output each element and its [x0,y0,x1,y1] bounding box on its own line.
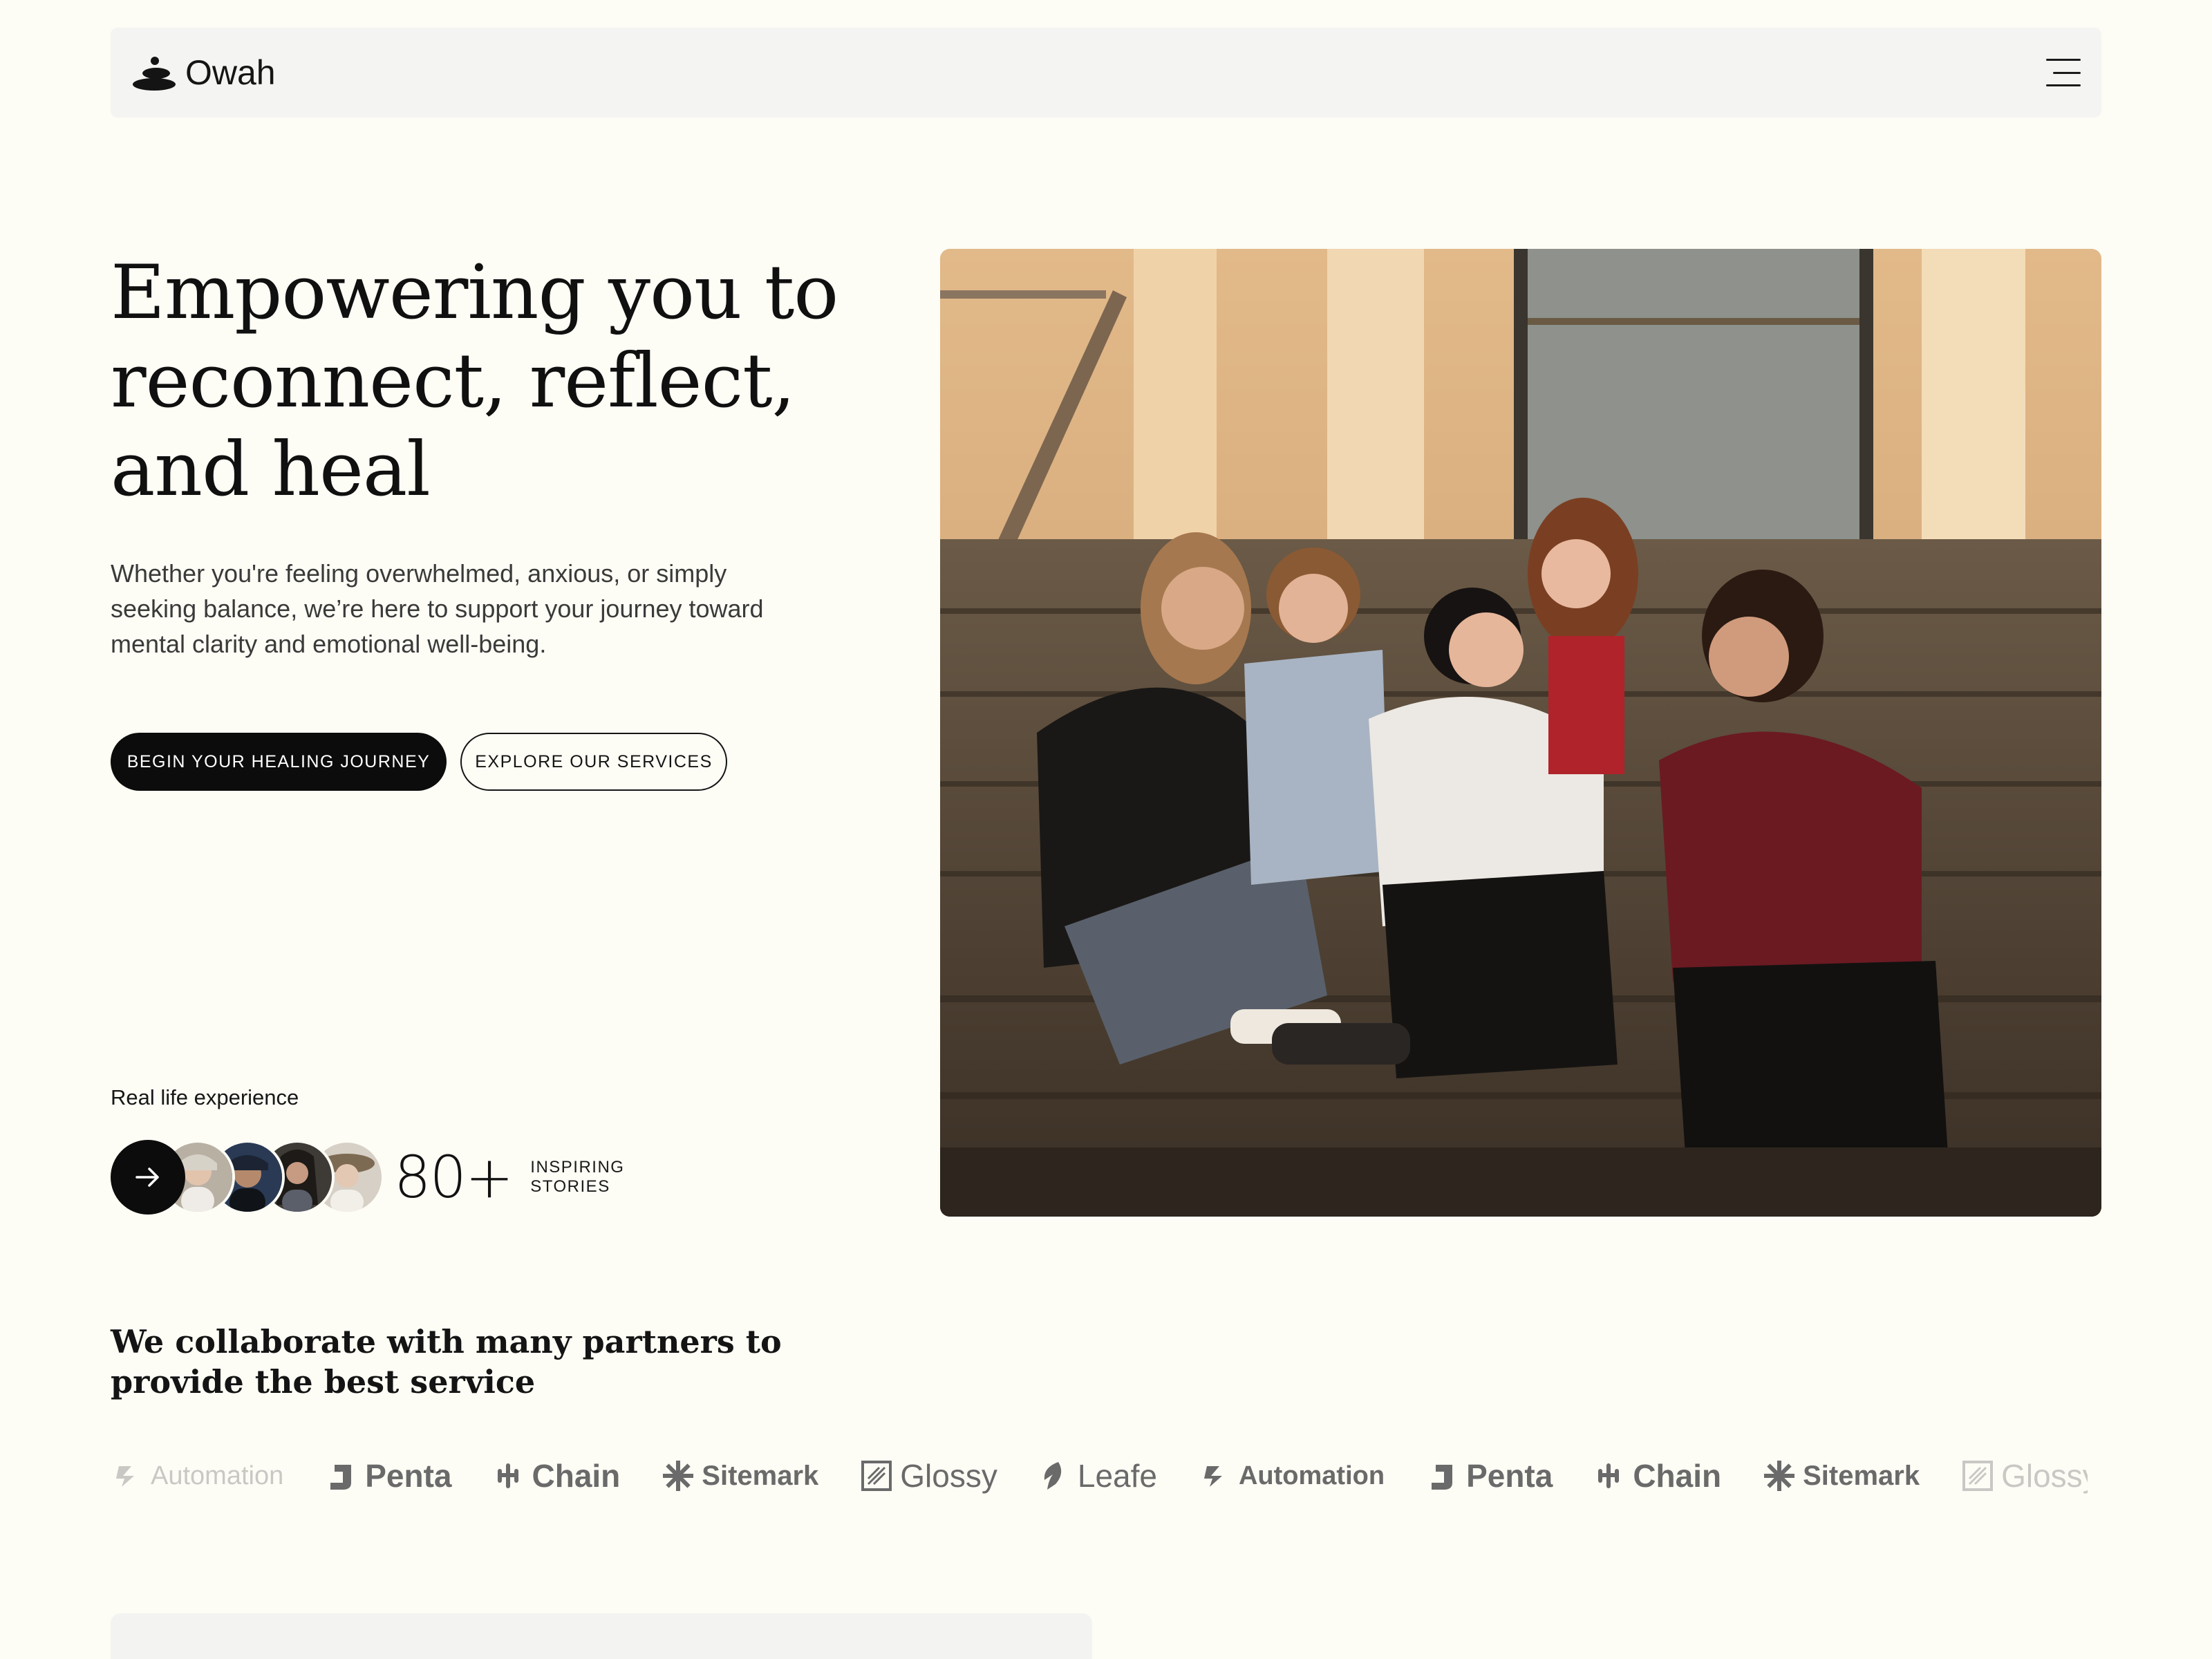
partner-logo-penta: Penta [1426,1457,1553,1494]
sitemark-icon [663,1461,694,1491]
page: Owah Empowering you to reconnect, reflec… [0,0,2212,1659]
stories-row: 80+ INSPIRING STORIES [111,1139,624,1215]
leafe-icon [1044,1462,1062,1490]
partner-logo-sitemark: Sitemark [1763,1459,1920,1492]
partner-logo-automation: Automation [1199,1459,1385,1492]
arrow-right-icon [135,1168,159,1187]
partner-logo-chain: Chain [492,1457,620,1494]
partner-logo-penta: Penta [325,1457,452,1494]
stories-label-line: STORIES [530,1177,610,1196]
stories-label: INSPIRING STORIES [530,1158,624,1197]
stories-label-line: INSPIRING [530,1158,625,1177]
explore-services-button[interactable]: EXPLORE OUR SERVICES [460,733,727,791]
partner-logo-glossy: Glossy [1961,1457,2088,1494]
glossy-icon [1962,1461,1994,1491]
hero-description: Whether you're feeling overwhelmed, anxi… [111,559,764,658]
partner-logo-leafe: Leafe [1038,1457,1157,1494]
friends-on-steps-photo [940,249,2101,1217]
menu-line [2046,84,2081,86]
partners-logo-row: Automation Penta Chain Sitemark Glossy L… [111,1445,2088,1507]
begin-healing-journey-button[interactable]: BEGIN YOUR HEALING JOURNEY [111,733,447,791]
chain-icon [497,1463,518,1488]
hero-photo [940,249,2101,1217]
brand-name: Owah [185,53,276,92]
partner-logo-chain: Chain [1593,1457,1721,1494]
penta-icon [330,1465,352,1490]
real-life-caption: Real life experience [111,1085,299,1109]
partners-title: We collaborate with many partners to pro… [111,1323,782,1400]
top-navbar: Owah [111,28,2101,118]
penta-icon [1432,1465,1453,1490]
chain-icon [1598,1463,1620,1488]
sitemark-icon [1764,1461,1795,1491]
menu-line [2046,59,2081,61]
menu-line [2053,71,2081,74]
partner-logo-sitemark: Sitemark [662,1459,818,1492]
menu-icon[interactable] [2046,59,2081,86]
automation-icon [1203,1466,1222,1487]
next-section-card [111,1613,1092,1659]
hero-title: Empowering you to reconnect, reflect, an… [111,250,838,513]
stones-icon [133,57,176,91]
partner-logo-automation: Automation [111,1459,283,1492]
partner-logo-glossy: Glossy [860,1457,997,1494]
stories-count: 80+ [394,1143,514,1211]
brand[interactable]: Owah [131,53,276,93]
arrow-right-button[interactable] [111,1140,185,1215]
automation-icon [116,1466,134,1487]
glossy-icon [861,1461,892,1491]
